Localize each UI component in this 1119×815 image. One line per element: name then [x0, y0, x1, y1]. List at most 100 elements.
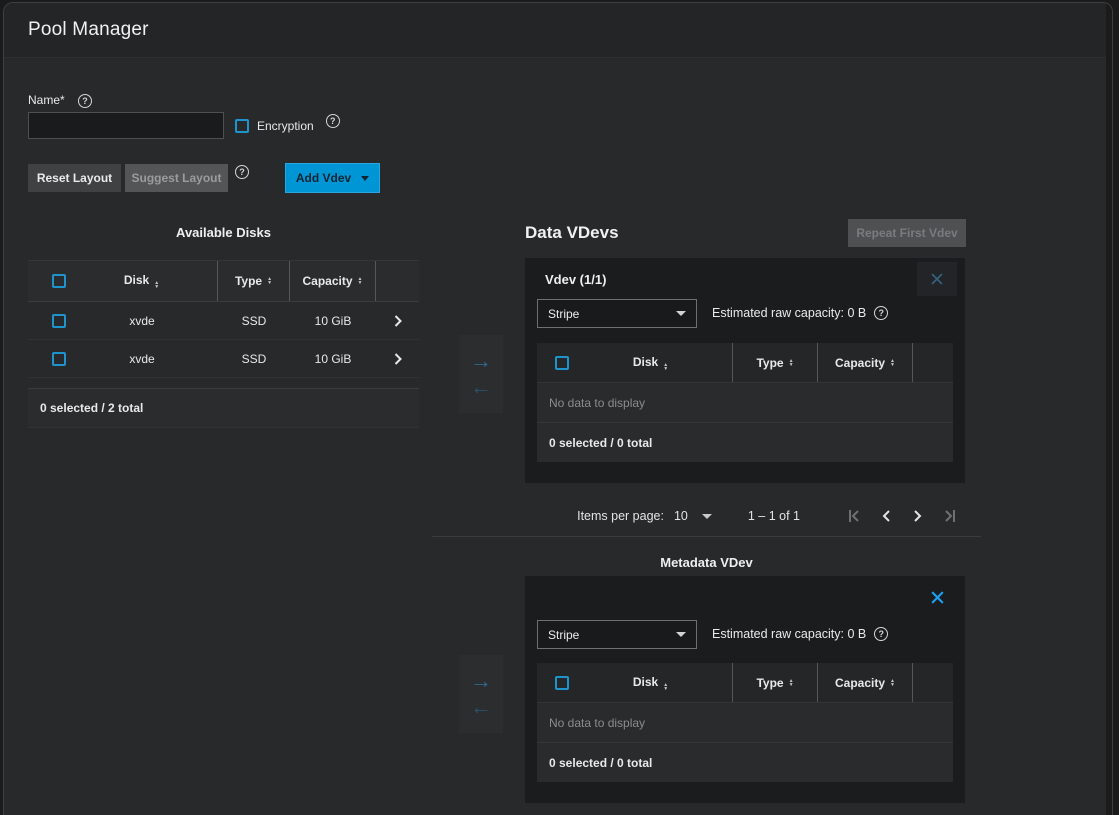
empty-state-text: No data to display: [537, 383, 953, 423]
first-page-button[interactable]: [838, 500, 870, 532]
column-header-disk[interactable]: Disk▲▼: [66, 273, 217, 289]
column-header-disk[interactable]: Disk▲▼: [569, 675, 732, 691]
suggest-layout-button[interactable]: Suggest Layout: [125, 164, 228, 192]
reset-layout-button[interactable]: Reset Layout: [28, 164, 121, 192]
select-all-checkbox[interactable]: [555, 356, 569, 370]
last-page-button[interactable]: [934, 500, 966, 532]
data-vdev-panel: Vdev (1/1) Stripe Estimated raw capacity…: [525, 258, 965, 483]
estimated-capacity: Estimated raw capacity: 0 B ?: [712, 627, 888, 641]
select-all-checkbox[interactable]: [52, 274, 66, 288]
sort-icon: ▲▼: [663, 363, 668, 371]
chevron-down-icon: [676, 311, 686, 316]
column-header-type[interactable]: Type▲▼: [733, 663, 818, 702]
page-range-text: 1 – 1 of 1: [748, 509, 800, 523]
available-disks-table: Disk▲▼ Type▲▼ Capacity▲▼ xvde SSD 10 GiB: [28, 260, 419, 428]
metadata-vdev-header-row: Disk▲▼ Type▲▼ Capacity▲▼: [537, 663, 953, 703]
next-page-button[interactable]: [902, 500, 934, 532]
row-checkbox[interactable]: [52, 352, 66, 366]
capacity-help-icon[interactable]: ?: [874, 627, 888, 641]
close-metadata-vdev-button[interactable]: [917, 580, 957, 614]
estimated-capacity: Estimated raw capacity: 0 B ?: [712, 306, 888, 320]
column-header-capacity[interactable]: Capacity▲▼: [290, 261, 376, 301]
sort-icon: ▲▼: [789, 359, 794, 367]
row-expand-chevron-icon[interactable]: [376, 353, 419, 365]
capacity-cell: 10 GiB: [290, 340, 376, 377]
pool-manager-window: Pool Manager Name* ? Encryption ? Reset …: [3, 2, 1113, 815]
sort-icon: ▲▼: [789, 679, 794, 687]
data-vdev-header-row: Disk▲▼ Type▲▼ Capacity▲▼: [537, 343, 953, 383]
available-disks-title: Available Disks: [28, 225, 419, 240]
sort-icon: ▲▼: [890, 679, 895, 687]
name-help-icon[interactable]: ?: [78, 94, 92, 108]
section-divider: [432, 536, 981, 537]
previous-page-button[interactable]: [870, 500, 902, 532]
repeat-first-vdev-button[interactable]: Repeat First Vdev: [848, 219, 966, 247]
add-vdev-button[interactable]: Add Vdev: [285, 163, 380, 193]
move-left-arrow-icon[interactable]: ←: [470, 696, 492, 718]
data-vdev-table: Disk▲▼ Type▲▼ Capacity▲▼ No data to disp…: [537, 343, 953, 462]
disk-cell: xvde: [66, 352, 218, 366]
vdev-layout-select[interactable]: Stripe: [537, 299, 697, 328]
move-left-arrow-icon[interactable]: ←: [470, 376, 492, 398]
layout-selected-value: Stripe: [548, 307, 579, 321]
name-label: Name*: [28, 93, 65, 107]
close-vdev-button[interactable]: [917, 262, 957, 296]
table-row[interactable]: xvde SSD 10 GiB: [28, 340, 419, 378]
select-all-checkbox[interactable]: [555, 676, 569, 690]
capacity-cell: 10 GiB: [290, 302, 376, 339]
name-input[interactable]: [28, 112, 224, 139]
move-right-arrow-icon[interactable]: →: [470, 350, 492, 372]
table-gap: [28, 378, 419, 388]
sort-icon: ▲▼: [154, 281, 159, 289]
row-expand-chevron-icon[interactable]: [376, 315, 419, 327]
data-vdev-footer: 0 selected / 0 total: [537, 423, 953, 462]
close-icon: [930, 272, 944, 286]
metadata-vdev-table: Disk▲▼ Type▲▼ Capacity▲▼ No data to disp…: [537, 663, 953, 782]
items-per-page-value[interactable]: 10: [674, 509, 688, 523]
pool-manager-screen: Pool Manager Name* ? Encryption ? Reset …: [0, 0, 1119, 815]
row-checkbox[interactable]: [52, 314, 66, 328]
data-vdev-transfer-controls: → ←: [459, 335, 503, 413]
metadata-vdev-footer: 0 selected / 0 total: [537, 743, 953, 782]
available-disks-header-row: Disk▲▼ Type▲▼ Capacity▲▼: [28, 260, 419, 302]
close-icon: [930, 590, 945, 605]
vdev-paginator: Items per page: 10 1 – 1 of 1: [525, 498, 966, 534]
column-header-capacity[interactable]: Capacity▲▼: [818, 343, 913, 382]
items-per-page-label: Items per page:: [577, 509, 664, 523]
sort-icon: ▲▼: [358, 277, 363, 285]
page-title: Pool Manager: [28, 19, 149, 41]
available-disks-footer: 0 selected / 2 total: [28, 388, 419, 428]
layout-selected-value: Stripe: [548, 628, 579, 642]
sort-icon: ▲▼: [267, 277, 272, 285]
metadata-layout-select[interactable]: Stripe: [537, 620, 697, 649]
sort-icon: ▲▼: [890, 359, 895, 367]
add-vdev-label: Add Vdev: [296, 171, 351, 185]
metadata-vdev-transfer-controls: → ←: [459, 655, 503, 733]
encryption-help-icon[interactable]: ?: [326, 114, 340, 128]
column-header-type[interactable]: Type▲▼: [218, 261, 290, 301]
sort-icon: ▲▼: [663, 683, 668, 691]
chevron-down-icon: [676, 632, 686, 637]
disk-cell: xvde: [66, 314, 218, 328]
column-header-type[interactable]: Type▲▼: [733, 343, 818, 382]
vdev-title: Vdev (1/1): [545, 272, 606, 287]
metadata-vdev-section-title: Metadata VDev: [432, 555, 981, 570]
name-label-row: Name* ?: [28, 93, 92, 108]
scrollbar-gutter[interactable]: [1106, 3, 1112, 815]
suggest-layout-help-icon[interactable]: ?: [235, 165, 249, 179]
items-per-page-chevron-down-icon[interactable]: [702, 514, 712, 519]
type-cell: SSD: [218, 340, 290, 377]
encryption-field: Encryption ?: [235, 119, 340, 133]
move-right-arrow-icon[interactable]: →: [470, 670, 492, 692]
column-header-capacity[interactable]: Capacity▲▼: [818, 663, 913, 702]
metadata-vdev-panel: Stripe Estimated raw capacity: 0 B ? Dis…: [525, 576, 965, 803]
table-row[interactable]: xvde SSD 10 GiB: [28, 302, 419, 340]
encryption-label: Encryption: [257, 119, 314, 133]
chevron-down-icon: [361, 176, 369, 181]
app-header: Pool Manager: [4, 3, 1112, 58]
empty-state-text: No data to display: [537, 703, 953, 743]
type-cell: SSD: [218, 302, 290, 339]
column-header-disk[interactable]: Disk▲▼: [569, 355, 732, 371]
capacity-help-icon[interactable]: ?: [874, 306, 888, 320]
encryption-checkbox[interactable]: [235, 119, 249, 133]
